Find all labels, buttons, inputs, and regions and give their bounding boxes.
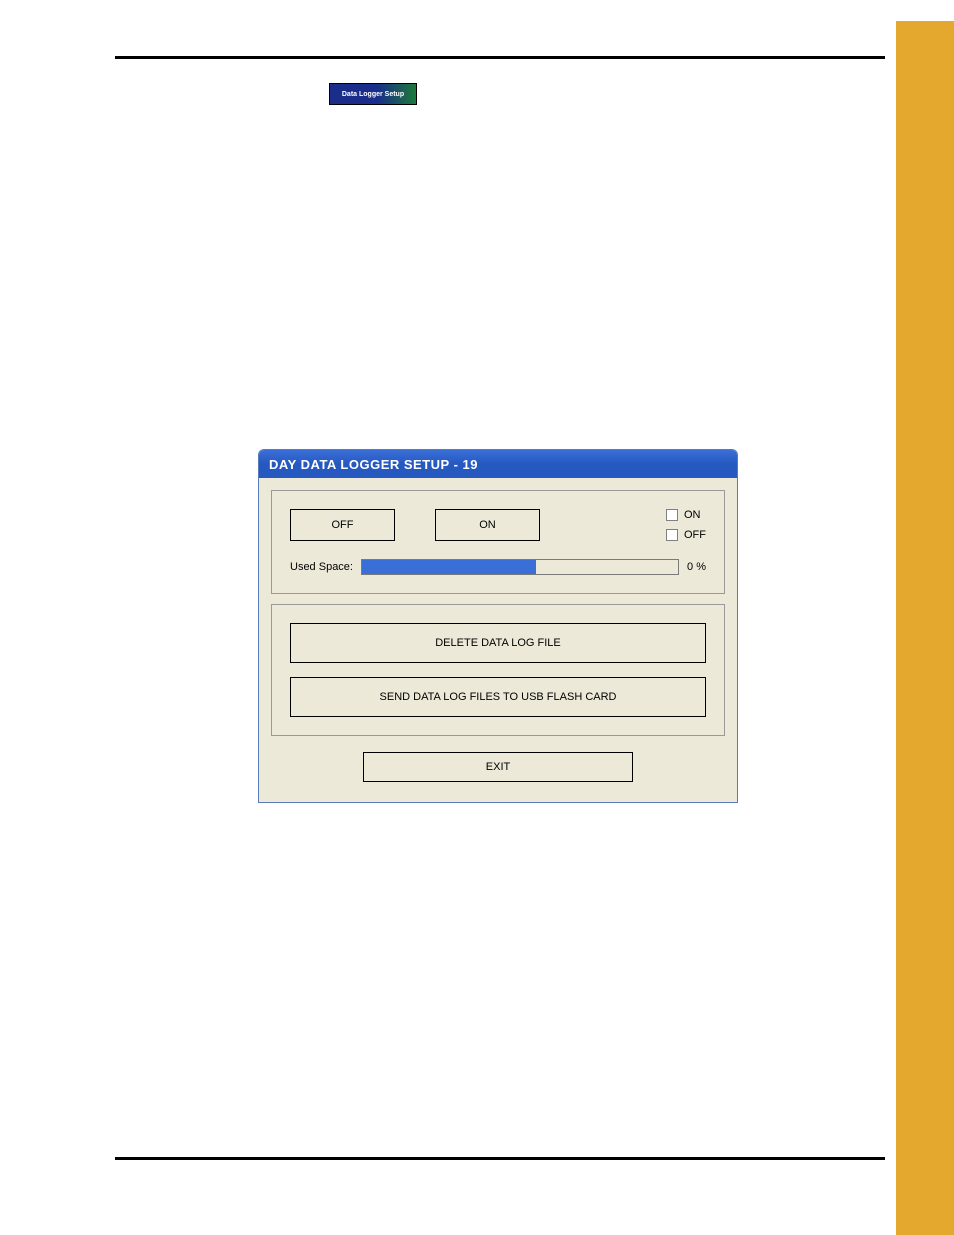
used-space-label: Used Space:: [290, 561, 353, 573]
small-button-label: Data Logger Setup: [342, 91, 404, 98]
top-rule: [115, 56, 885, 59]
right-sidebar-stripe: [896, 21, 954, 1235]
on-checkbox[interactable]: [666, 509, 678, 521]
off-button-label: OFF: [332, 519, 354, 531]
on-check-label: ON: [684, 509, 701, 521]
used-space-progress: [361, 559, 679, 575]
toggle-group: OFF ON ON OFF Used Space:: [271, 490, 725, 594]
toggle-row: OFF ON ON OFF: [290, 509, 706, 541]
on-button-label: ON: [479, 519, 496, 531]
action-group: DELETE DATA LOG FILE SEND DATA LOG FILES…: [271, 604, 725, 736]
off-check-row: OFF: [666, 529, 706, 541]
exit-row: EXIT: [271, 746, 725, 790]
off-check-label: OFF: [684, 529, 706, 541]
dialog-title: DAY DATA LOGGER SETUP - 19: [269, 457, 478, 472]
titlebar: DAY DATA LOGGER SETUP - 19: [259, 450, 737, 478]
delete-button[interactable]: DELETE DATA LOG FILE: [290, 623, 706, 663]
on-check-row: ON: [666, 509, 706, 521]
dialog-window: DAY DATA LOGGER SETUP - 19 OFF ON ON: [258, 449, 738, 803]
used-space-row: Used Space: 0 %: [290, 559, 706, 575]
off-button[interactable]: OFF: [290, 509, 395, 541]
progress-fill: [362, 560, 536, 574]
delete-button-label: DELETE DATA LOG FILE: [435, 637, 561, 649]
send-usb-button-label: SEND DATA LOG FILES TO USB FLASH CARD: [380, 691, 617, 703]
used-space-percent: 0 %: [687, 561, 706, 573]
data-logger-setup-button[interactable]: Data Logger Setup: [329, 83, 417, 105]
on-button[interactable]: ON: [435, 509, 540, 541]
dialog-body: OFF ON ON OFF Used Space:: [259, 478, 737, 802]
send-usb-button[interactable]: SEND DATA LOG FILES TO USB FLASH CARD: [290, 677, 706, 717]
off-checkbox[interactable]: [666, 529, 678, 541]
check-area: ON OFF: [666, 509, 706, 541]
bottom-rule: [115, 1157, 885, 1160]
exit-button[interactable]: EXIT: [363, 752, 633, 782]
exit-button-label: EXIT: [486, 761, 510, 773]
